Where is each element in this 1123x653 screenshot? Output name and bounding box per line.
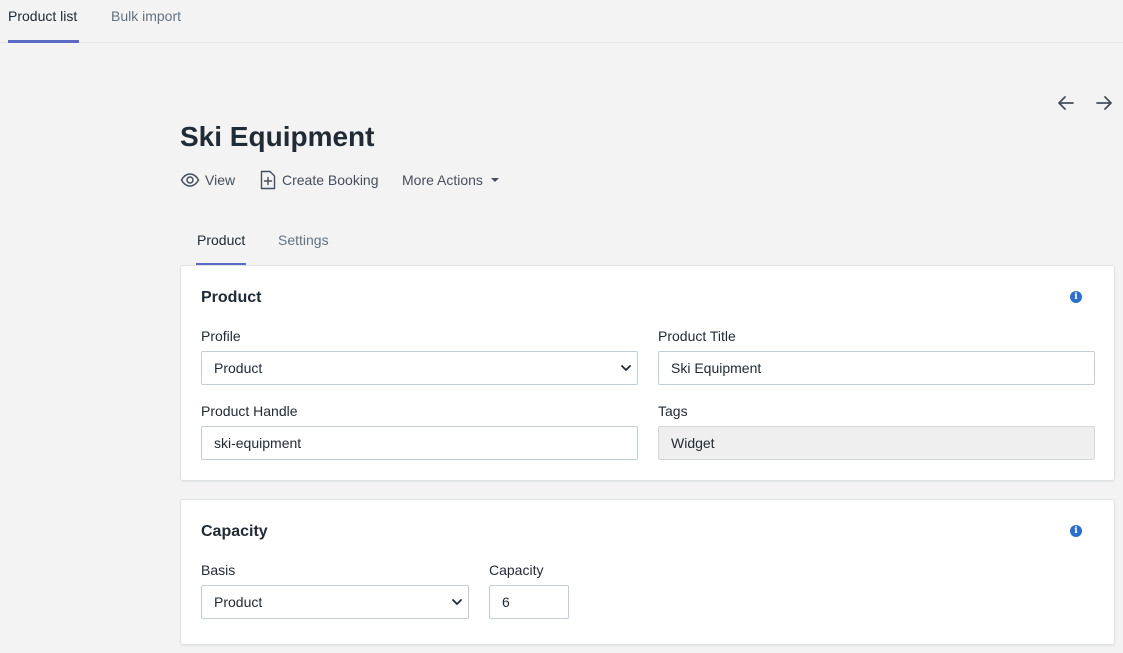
basis-value: Product <box>214 594 263 610</box>
basis-label: Basis <box>201 562 236 578</box>
product-title-input[interactable]: Ski Equipment <box>658 351 1095 385</box>
product-handle-input[interactable]: ski-equipment <box>201 426 638 460</box>
arrow-right-icon <box>1096 96 1112 110</box>
tags-value: Widget <box>671 435 715 451</box>
next-button[interactable] <box>1093 92 1115 114</box>
more-actions-dropdown[interactable]: More Actions <box>402 168 504 192</box>
basis-select[interactable]: Product <box>201 585 469 619</box>
capacity-card: Capacity i Basis Product Capacity 6 <box>180 499 1115 645</box>
profile-label: Profile <box>201 328 241 344</box>
tab-product[interactable]: Product <box>196 232 246 266</box>
info-icon[interactable]: i <box>1070 291 1082 303</box>
create-booking-label: Create Booking <box>282 172 379 188</box>
product-card-title: Product <box>201 289 262 306</box>
product-card: Product i Profile Product Product Title … <box>180 265 1115 481</box>
capacity-card-title: Capacity <box>201 523 268 540</box>
eye-icon <box>180 173 200 187</box>
info-icon[interactable]: i <box>1070 525 1082 537</box>
tags-input: Widget <box>658 426 1095 460</box>
view-label: View <box>205 172 236 188</box>
product-handle-value: ski-equipment <box>214 435 302 451</box>
document-plus-icon <box>260 170 276 190</box>
page-title: Ski Equipment <box>180 121 375 152</box>
tab-bulk-import[interactable]: Bulk import <box>111 8 181 43</box>
capacity-label: Capacity <box>489 562 544 578</box>
chevron-down-icon <box>452 599 462 605</box>
tab-settings[interactable]: Settings <box>278 232 329 266</box>
tab-product-list[interactable]: Product list <box>8 8 79 43</box>
previous-button[interactable] <box>1055 92 1077 114</box>
profile-value: Product <box>214 360 263 376</box>
product-title-value: Ski Equipment <box>671 360 762 376</box>
capacity-input[interactable]: 6 <box>489 585 569 619</box>
product-handle-label: Product Handle <box>201 403 298 419</box>
chevron-down-icon <box>621 365 631 371</box>
profile-select[interactable]: Product <box>201 351 638 385</box>
tags-label: Tags <box>658 403 688 419</box>
capacity-value: 6 <box>502 594 510 610</box>
more-actions-label: More Actions <box>402 172 483 188</box>
create-booking-button[interactable]: Create Booking <box>259 168 379 192</box>
product-title-label: Product Title <box>658 328 736 344</box>
caret-down-icon <box>490 178 499 182</box>
top-navigation: Product list Bulk import <box>0 0 1123 43</box>
arrow-left-icon <box>1058 96 1074 110</box>
view-button[interactable]: View <box>180 168 235 192</box>
